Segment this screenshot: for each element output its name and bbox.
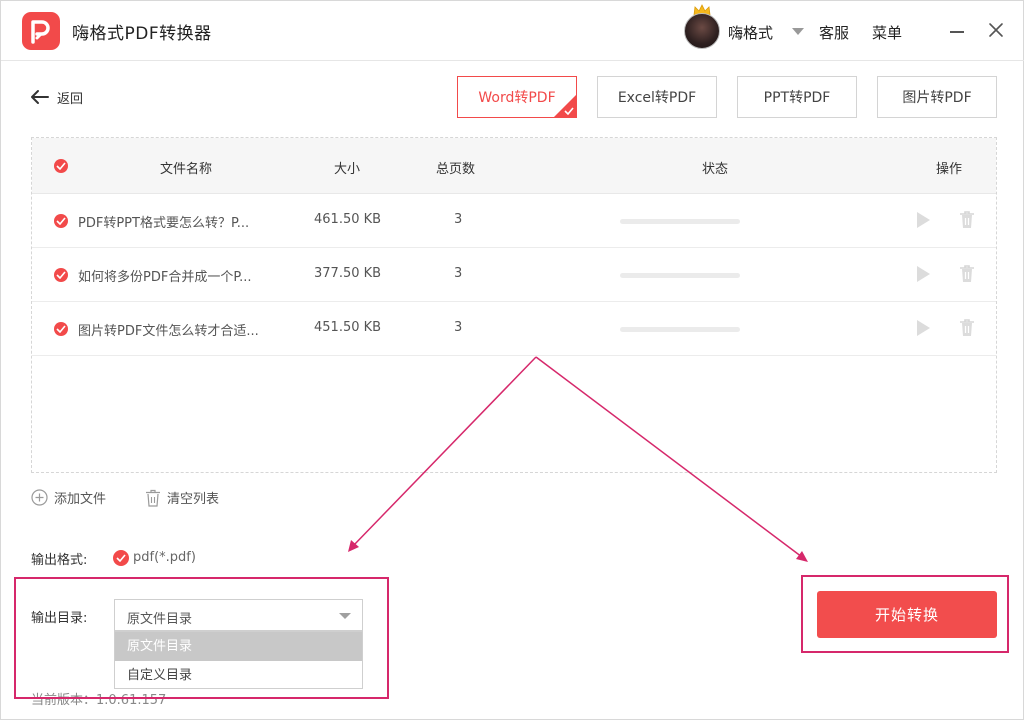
app-window: 嗨格式PDF转换器 嗨格式 客服 菜单 返回 Word转PDF Excel转PD… xyxy=(0,0,1024,720)
customer-service-button[interactable]: 客服 xyxy=(819,22,849,43)
tab-label: Excel转PDF xyxy=(617,90,697,106)
tab-label: PPT转PDF xyxy=(763,90,831,106)
row-checkbox[interactable] xyxy=(54,322,68,336)
check-icon xyxy=(564,107,574,115)
column-header-size: 大小 xyxy=(334,162,361,177)
file-name: 图片转PDF文件怎么转才合适... xyxy=(78,324,259,339)
status-progress-bar xyxy=(620,219,740,224)
arrow-left-icon xyxy=(31,90,49,104)
table-row[interactable]: 如何将多份PDF合并成一个P... 377.50 KB 3 xyxy=(32,248,996,302)
clear-list-button[interactable]: 清空列表 xyxy=(145,488,219,507)
tab-image-to-pdf[interactable]: 图片转PDF xyxy=(877,76,997,118)
row-checkbox[interactable] xyxy=(54,214,68,228)
column-header-name: 文件名称 xyxy=(160,162,213,177)
output-format-radio[interactable] xyxy=(113,550,129,566)
file-list-panel: 文件名称 大小 总页数 状态 操作 PDF转PPT格式要怎么转？P... 461… xyxy=(31,137,997,473)
chevron-down-icon[interactable] xyxy=(792,28,804,35)
status-progress-bar xyxy=(620,327,740,332)
add-file-button[interactable]: 添加文件 xyxy=(31,488,106,507)
highlight-box-start-button xyxy=(801,575,1009,653)
tab-label: 图片转PDF xyxy=(902,90,972,106)
add-file-label: 添加文件 xyxy=(54,492,107,507)
user-name[interactable]: 嗨格式 xyxy=(728,22,773,43)
table-row[interactable]: 图片转PDF文件怎么转才合适... 451.50 KB 3 xyxy=(32,302,996,356)
output-format-label: 输出格式: xyxy=(31,553,88,568)
trash-icon xyxy=(146,489,160,507)
file-size: 451.50 KB xyxy=(314,320,382,335)
clear-list-label: 清空列表 xyxy=(167,492,220,507)
trash-icon[interactable] xyxy=(959,210,975,229)
select-all-checkbox[interactable] xyxy=(54,159,68,173)
back-button[interactable]: 返回 xyxy=(29,85,83,109)
tab-ppt-to-pdf[interactable]: PPT转PDF xyxy=(737,76,857,118)
title-bar: 嗨格式PDF转换器 嗨格式 客服 菜单 xyxy=(1,1,1024,61)
tab-excel-to-pdf[interactable]: Excel转PDF xyxy=(597,76,717,118)
play-icon[interactable] xyxy=(915,265,931,283)
highlight-box-output-dir xyxy=(14,577,389,699)
tab-word-to-pdf[interactable]: Word转PDF xyxy=(457,76,577,118)
file-pages: 3 xyxy=(454,212,463,227)
file-name: 如何将多份PDF合并成一个P... xyxy=(78,270,252,285)
app-title: 嗨格式PDF转换器 xyxy=(72,24,212,44)
tab-label: Word转PDF xyxy=(478,90,556,106)
column-header-actions: 操作 xyxy=(936,162,963,177)
plus-circle-icon xyxy=(31,489,48,506)
trash-icon[interactable] xyxy=(959,264,975,283)
minimize-button[interactable] xyxy=(945,21,969,41)
file-size: 461.50 KB xyxy=(314,212,382,227)
play-icon[interactable] xyxy=(915,319,931,337)
menu-button[interactable]: 菜单 xyxy=(872,22,902,43)
table-header: 文件名称 大小 总页数 状态 操作 xyxy=(32,138,996,194)
close-icon[interactable] xyxy=(985,19,1007,41)
back-label: 返回 xyxy=(57,91,84,107)
column-header-pages: 总页数 xyxy=(436,162,476,177)
play-icon[interactable] xyxy=(915,211,931,229)
file-name: PDF转PPT格式要怎么转？P... xyxy=(78,216,250,231)
file-pages: 3 xyxy=(454,320,463,335)
trash-icon[interactable] xyxy=(959,318,975,337)
output-format-value[interactable]: pdf(*.pdf) xyxy=(133,550,196,565)
status-progress-bar xyxy=(620,273,740,278)
file-size: 377.50 KB xyxy=(314,266,382,281)
column-header-status: 状态 xyxy=(702,162,729,177)
table-row[interactable]: PDF转PPT格式要怎么转？P... 461.50 KB 3 xyxy=(32,194,996,248)
app-logo-icon xyxy=(22,12,60,50)
row-checkbox[interactable] xyxy=(54,268,68,282)
file-pages: 3 xyxy=(454,266,463,281)
avatar[interactable] xyxy=(684,13,720,49)
